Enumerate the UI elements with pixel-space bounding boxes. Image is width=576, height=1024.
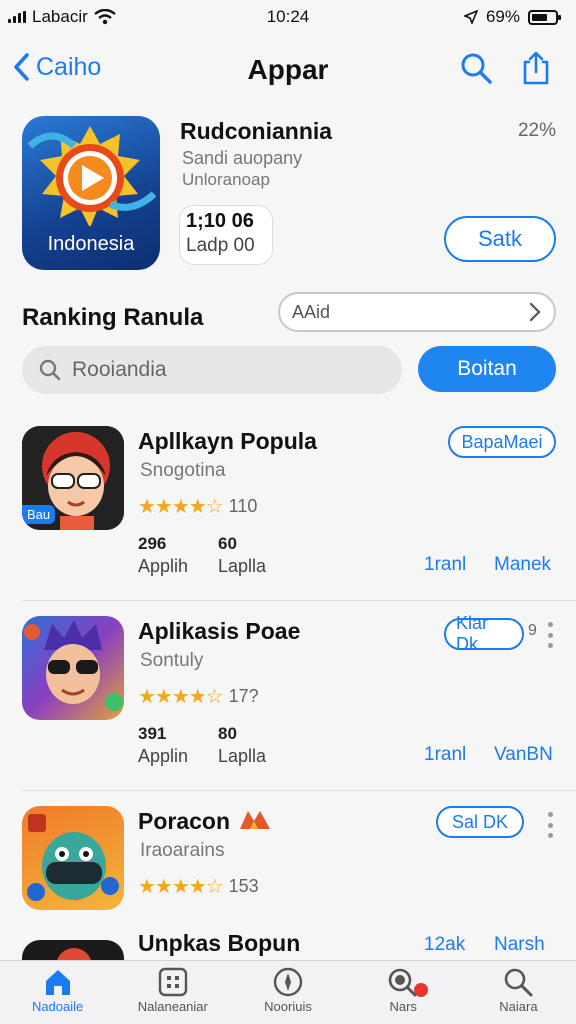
back-button[interactable]: Caiho bbox=[12, 52, 101, 82]
app-name: Poracon bbox=[138, 808, 272, 835]
app-rating: ★★★★☆ 17? bbox=[138, 684, 259, 709]
search-button[interactable]: Boitan bbox=[418, 346, 556, 392]
battery-icon bbox=[528, 9, 561, 25]
home-icon bbox=[45, 970, 70, 995]
back-label: Caiho bbox=[36, 52, 102, 81]
featured-app-title: Rudconiannia bbox=[180, 118, 333, 144]
app-rating: ★★★★☆ 110 bbox=[138, 494, 257, 519]
app-rating: ★★★★☆ 153 bbox=[138, 874, 259, 899]
featured-app-icon[interactable]: Indonesia bbox=[22, 116, 160, 270]
tab-label: Nooriuis bbox=[264, 999, 312, 1014]
featured-app-developer: Sandi auopany bbox=[182, 148, 303, 168]
app-link[interactable]: Narsh bbox=[494, 934, 545, 956]
game-logo-icon bbox=[240, 811, 271, 829]
tab-bar: Nadoaile Nalaneaniar Nooriuis Nars Naiar… bbox=[0, 960, 576, 1024]
filter-dropdown[interactable]: AAid bbox=[278, 292, 556, 332]
divider bbox=[22, 600, 576, 601]
get-button[interactable]: BapaMaei bbox=[448, 426, 556, 458]
sun-play-icon bbox=[27, 126, 157, 228]
more-options-icon[interactable] bbox=[546, 622, 554, 648]
app-name-text: Poracon bbox=[138, 808, 231, 834]
search-placeholder: Rooiandia bbox=[72, 358, 167, 381]
list-item[interactable]: Bau Apllkayn Popula Snogotina ★★★★☆ 110 … bbox=[0, 426, 576, 614]
featured-app-get-button[interactable]: Satk bbox=[444, 216, 556, 262]
featured-app-category: Unloranoap bbox=[182, 170, 270, 189]
star-rating-icon: ★★★★☆ bbox=[138, 496, 224, 518]
more-options-icon[interactable] bbox=[546, 812, 554, 838]
share-icon[interactable] bbox=[518, 50, 554, 86]
app-name: Aplikasis Poae bbox=[138, 618, 301, 644]
app-icon[interactable] bbox=[22, 806, 124, 910]
compass-icon bbox=[273, 967, 303, 997]
app-icon[interactable] bbox=[22, 616, 124, 720]
tab-label: Nalaneaniar bbox=[137, 999, 208, 1014]
chevron-right-icon bbox=[529, 302, 541, 322]
search-input[interactable]: Rooiandia bbox=[22, 346, 402, 394]
app-link[interactable]: Manek bbox=[494, 554, 551, 576]
app-link[interactable]: 12ak bbox=[424, 934, 465, 956]
app-stat: 391 Applin bbox=[138, 724, 188, 767]
featured-app: Indonesia Rudconiannia 22% Sandi auopany… bbox=[22, 116, 556, 272]
rating-count: 17? bbox=[228, 686, 259, 706]
app-category: Snogotina bbox=[140, 460, 226, 481]
ninja-character-icon bbox=[27, 814, 119, 901]
list-item[interactable]: Poracon Iraoarains ★★★★☆ 153 Sal DK bbox=[0, 806, 576, 916]
side-mark: 9 bbox=[528, 622, 537, 639]
search-icon[interactable] bbox=[458, 50, 494, 86]
tab-search[interactable]: Naiara bbox=[461, 961, 576, 1024]
featured-app-stat: 1;10 06 Ladp 00 bbox=[180, 206, 272, 264]
get-button[interactable]: Sal DK bbox=[436, 806, 524, 838]
app-stat: 80 Laplla bbox=[218, 724, 266, 767]
app-link[interactable]: 1ranl bbox=[424, 744, 466, 766]
boy-avatar-icon bbox=[24, 620, 123, 711]
stat-label: Applin bbox=[138, 746, 189, 766]
star-rating-icon: ★★★★☆ bbox=[138, 876, 224, 898]
featured-app-stat-value: 1;10 06 bbox=[186, 210, 254, 232]
featured-app-stat-label: Ladp 00 bbox=[186, 235, 255, 256]
ranking-title: Ranking Ranula bbox=[22, 304, 204, 331]
status-bar: Labacir 10:24 69% bbox=[0, 0, 576, 34]
featured-app-icon-label: Indonesia bbox=[47, 233, 135, 255]
filter-label: AAid bbox=[292, 301, 331, 322]
app-name: Apllkayn Popula bbox=[138, 428, 317, 454]
tab-nars[interactable]: Nars bbox=[346, 961, 461, 1024]
stat-value: 80 bbox=[218, 724, 237, 743]
list-item[interactable]: Aplikasis Poae Sontuly ★★★★☆ 17? 391 App… bbox=[0, 613, 576, 804]
app-stat: 296 Applih bbox=[138, 534, 188, 577]
stat-label: Applih bbox=[138, 556, 189, 576]
app-link[interactable]: 1ranl bbox=[424, 554, 466, 576]
tab-label: Nars bbox=[389, 999, 417, 1014]
app-icon-badge: Bau bbox=[22, 505, 56, 524]
stat-label: Laplla bbox=[218, 556, 267, 576]
rating-count: 110 bbox=[228, 496, 258, 516]
app-link[interactable]: VanBN bbox=[494, 744, 553, 766]
tab-label: Naiara bbox=[499, 999, 538, 1014]
star-rating-icon: ★★★★☆ bbox=[138, 686, 224, 708]
rating-count: 153 bbox=[228, 876, 259, 896]
stat-value: 391 bbox=[138, 724, 167, 743]
featured-app-badge: 22% bbox=[517, 120, 556, 141]
stat-label: Laplla bbox=[218, 746, 267, 766]
tab-grid[interactable]: Nalaneaniar bbox=[115, 961, 230, 1024]
tab-home[interactable]: Nadoaile bbox=[0, 961, 115, 1024]
magnifier-icon bbox=[39, 359, 61, 381]
stat-value: 60 bbox=[218, 534, 237, 553]
chevron-left-icon bbox=[14, 53, 29, 81]
app-icon[interactable]: Bau bbox=[22, 426, 124, 530]
tab-compass[interactable]: Nooriuis bbox=[230, 961, 345, 1024]
stat-value: 296 bbox=[138, 534, 167, 553]
search-icon bbox=[505, 968, 533, 997]
app-category: Sontuly bbox=[140, 650, 204, 671]
clock: 10:24 bbox=[266, 7, 310, 26]
navigation-bar: Caiho Appar bbox=[0, 44, 576, 96]
app-category: Iraoarains bbox=[140, 840, 225, 861]
get-button[interactable]: Klar Dk bbox=[444, 613, 524, 654]
tab-label: Nadoaile bbox=[31, 999, 84, 1014]
divider bbox=[22, 790, 576, 791]
app-name: Unpkas Bopun bbox=[138, 930, 301, 956]
grid-icon bbox=[158, 967, 187, 997]
notification-dot bbox=[413, 983, 428, 997]
app-stat: 60 Laplla bbox=[218, 534, 266, 577]
